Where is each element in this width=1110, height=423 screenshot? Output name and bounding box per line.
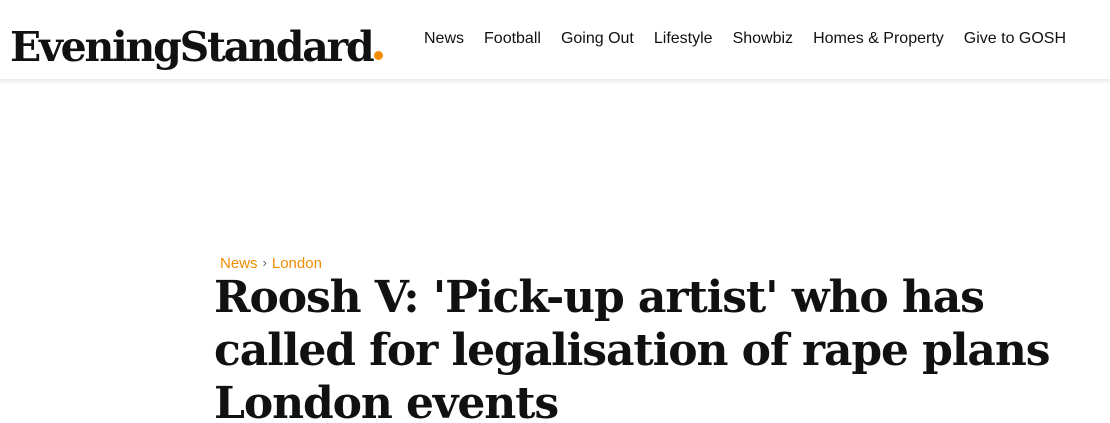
breadcrumb-separator-icon: › [262, 255, 267, 270]
primary-navigation: News Football Going Out Lifestyle Showbi… [424, 28, 1066, 50]
evening-standard-logo[interactable]: EveningStandard [10, 12, 384, 71]
nav-item-going-out[interactable]: Going Out [561, 28, 634, 50]
nav-item-lifestyle[interactable]: Lifestyle [654, 28, 713, 50]
nav-item-give-to-gosh[interactable]: Give to GOSH [964, 28, 1066, 50]
logo-dot-icon [374, 51, 384, 60]
nav-item-news[interactable]: News [424, 28, 464, 50]
nav-item-homes-property[interactable]: Homes & Property [813, 28, 944, 50]
site-header: EveningStandard News Football Going Out … [0, 0, 1110, 80]
article-headline: Roosh V: 'Pick-up artist' who has called… [214, 272, 1050, 423]
nav-item-showbiz[interactable]: Showbiz [733, 28, 793, 50]
nav-item-football[interactable]: Football [484, 28, 541, 50]
logo-text: EveningStandard [10, 23, 375, 71]
